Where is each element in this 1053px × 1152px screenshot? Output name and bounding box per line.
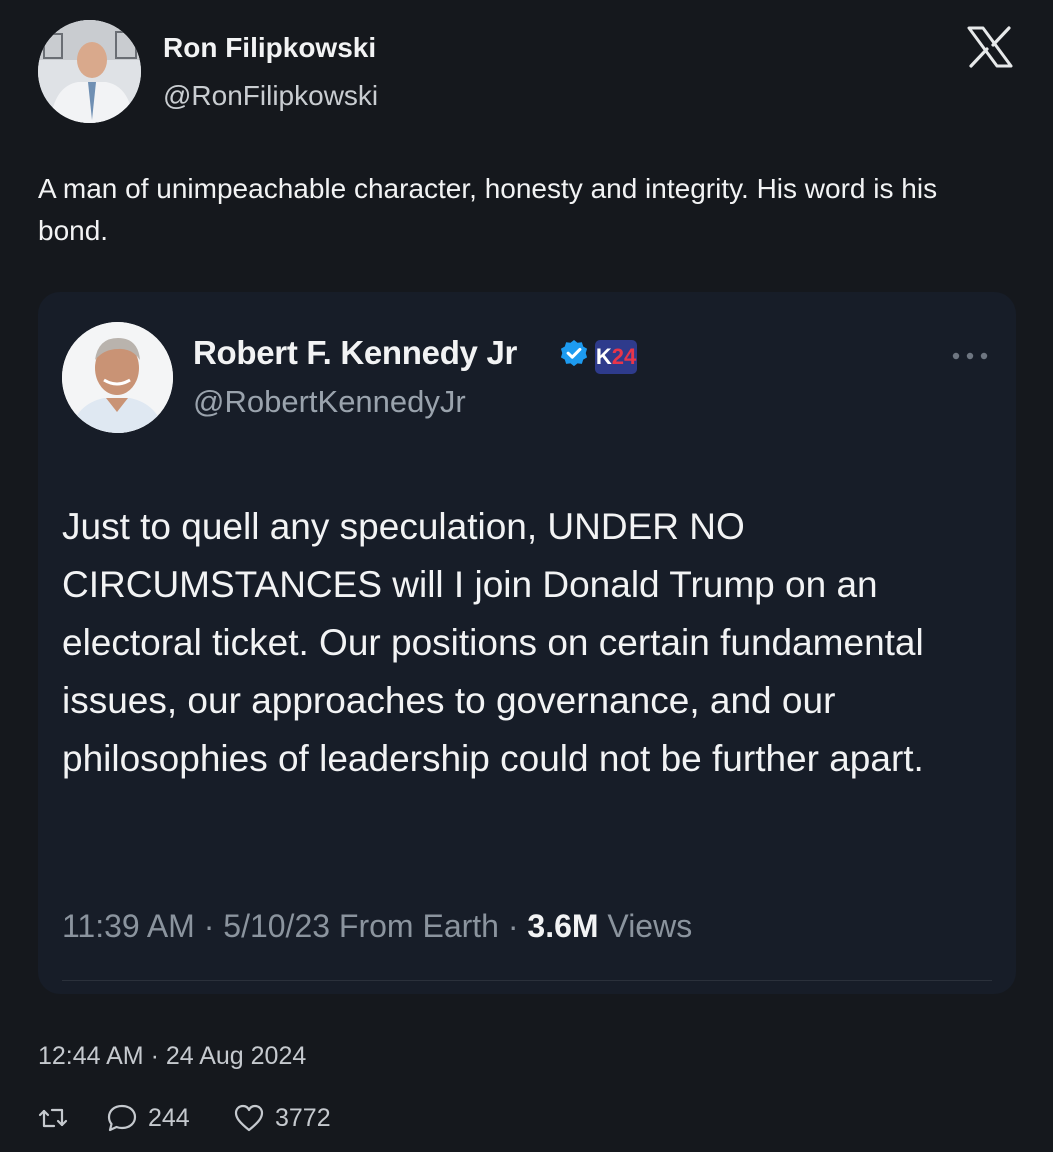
retweet-button[interactable] — [38, 1098, 68, 1138]
author-handle[interactable]: @RonFilipkowski — [163, 80, 378, 112]
quoted-tweet-meta: 11:39 AM · 5/10/23 From Earth · 3.6M Vie… — [62, 908, 693, 944]
quoted-tweet-time: 11:39 AM — [62, 908, 195, 944]
badge-number: 24 — [611, 344, 637, 369]
badge-k: K — [595, 344, 612, 369]
x-logo-icon[interactable] — [967, 26, 1013, 68]
like-button[interactable]: 3772 — [233, 1098, 331, 1138]
affiliation-badge[interactable]: K24 — [595, 340, 637, 374]
like-count: 3772 — [275, 1103, 331, 1132]
divider — [62, 980, 992, 981]
tweet-text: A man of unimpeachable character, honest… — [38, 173, 938, 246]
reply-count: 244 — [148, 1103, 190, 1132]
reply-icon — [107, 1104, 137, 1132]
quoted-author-handle[interactable]: @RobertKennedyJr — [193, 384, 466, 420]
reply-button[interactable]: 244 — [106, 1098, 190, 1138]
tweet-timestamp: 12:44 AM · 24 Aug 2024 — [38, 1042, 307, 1070]
more-options-icon[interactable] — [950, 348, 990, 364]
quoted-tweet-date-source: 5/10/23 From Earth — [223, 908, 499, 944]
author-name[interactable]: Ron Filipkowski — [163, 32, 376, 64]
retweet-icon — [38, 1108, 68, 1128]
views-label: Views — [607, 908, 693, 944]
verified-badge-icon — [560, 340, 588, 367]
views-count: 3.6M — [527, 908, 599, 944]
quoted-author-name[interactable]: Robert F. Kennedy Jr — [193, 334, 517, 372]
heart-icon — [234, 1104, 264, 1132]
quoted-tweet-text: Just to quell any speculation, UNDER NO … — [62, 506, 924, 779]
author-avatar[interactable] — [38, 20, 141, 123]
quoted-author-avatar[interactable] — [62, 322, 173, 433]
